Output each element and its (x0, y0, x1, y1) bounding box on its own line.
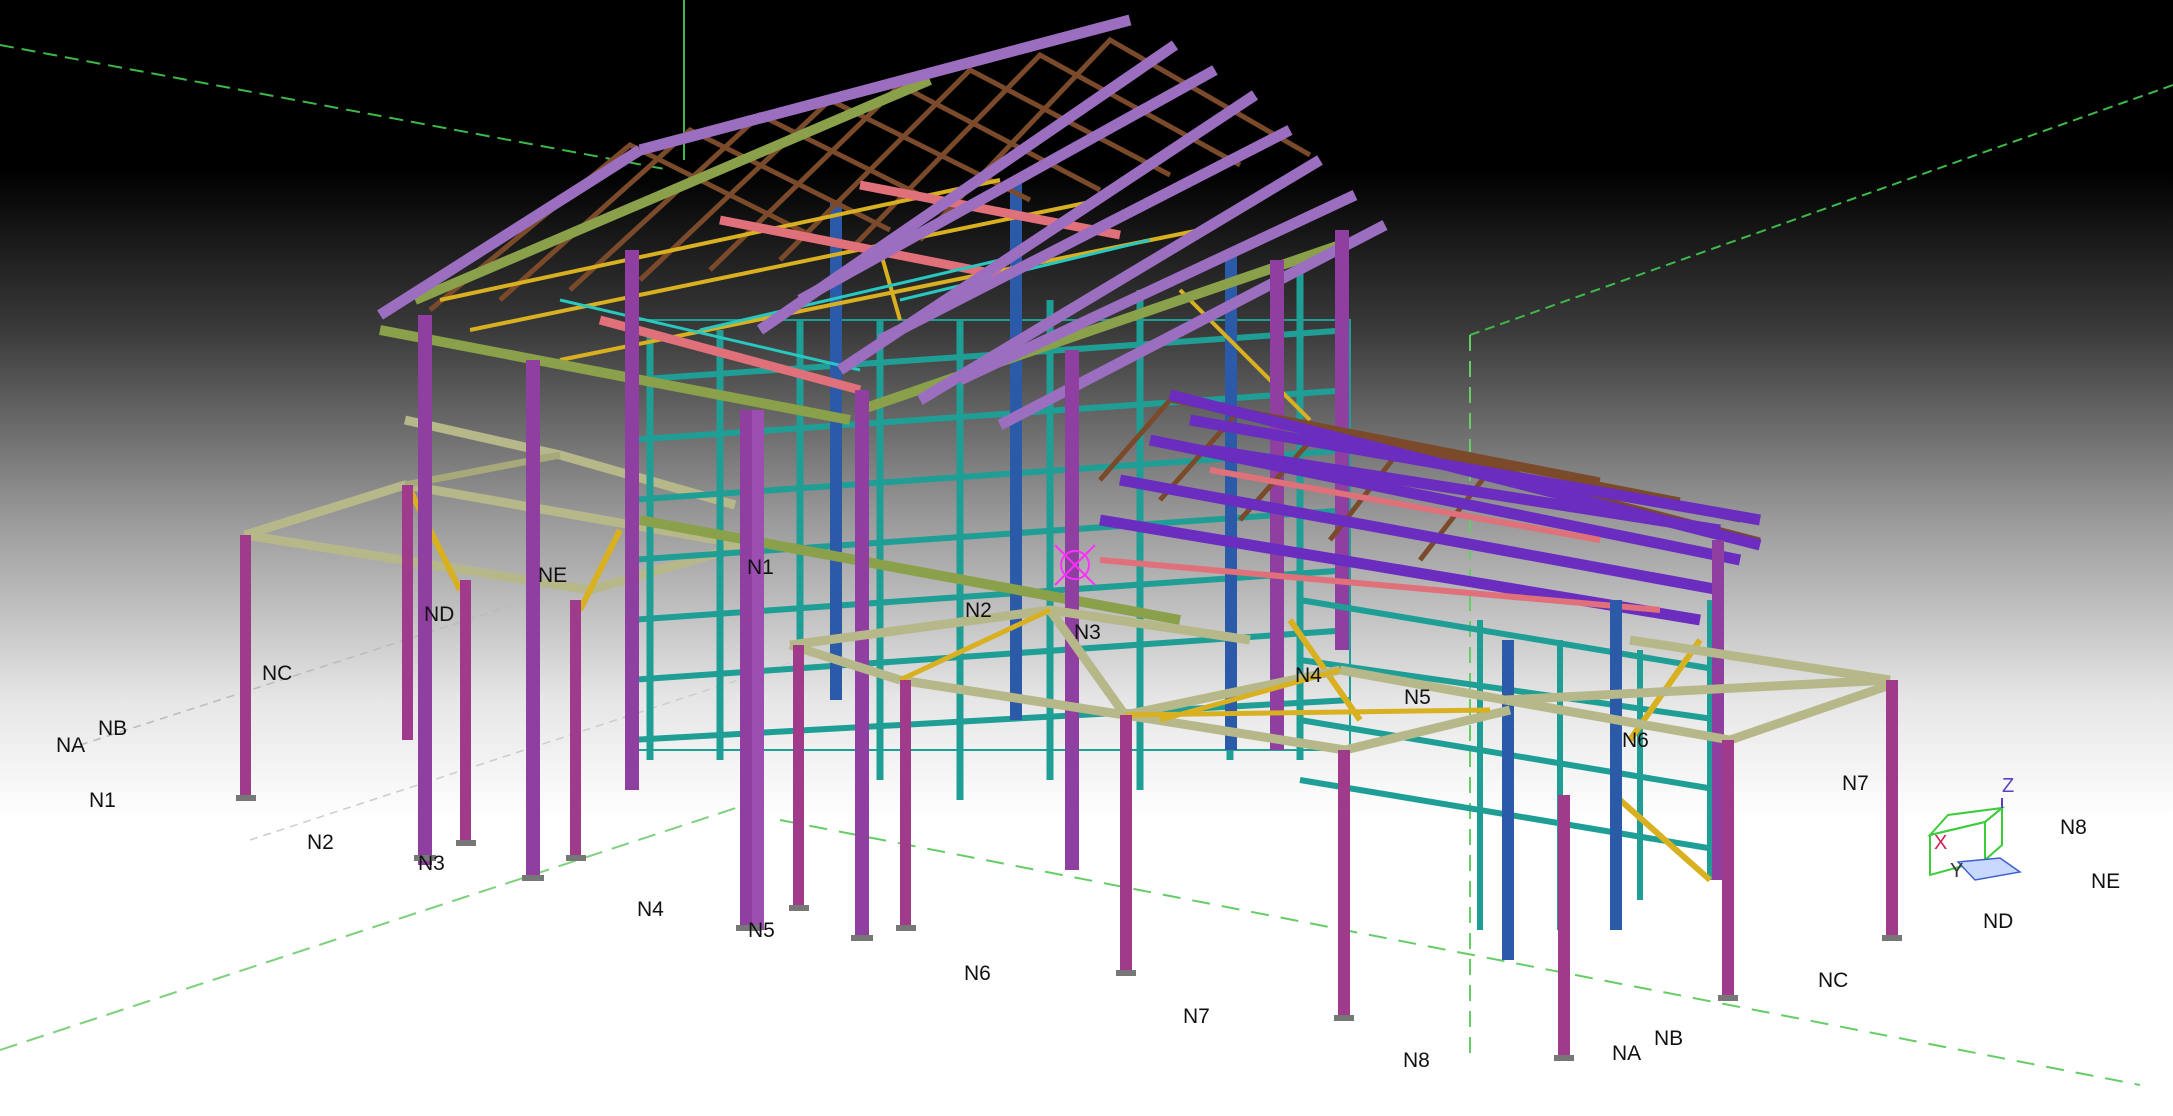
grid-line (0, 799, 761, 1051)
grid-label: NB (98, 717, 127, 740)
grid-labels-front: N6 N7 N8 NA NB NC (964, 962, 1848, 1072)
grid-label: N3 (418, 852, 445, 875)
grid-label: NE (538, 564, 567, 587)
porch-column (1338, 750, 1350, 1020)
grid-label: N3 (1074, 621, 1101, 644)
view-cube-z-label: Z (2002, 775, 2014, 797)
porch-column (1120, 715, 1132, 975)
grid-label: NC (262, 662, 292, 685)
main-column (418, 315, 432, 865)
grid-label: NC (1818, 969, 1848, 992)
grid-line (79, 589, 561, 746)
grid-line (1469, 84, 2173, 336)
annex-column (1610, 600, 1622, 930)
main-column (740, 410, 754, 930)
main-building[interactable] (377, 14, 1388, 940)
grid-label: ND (1983, 910, 2013, 933)
roof-trusses (428, 36, 1312, 312)
canopy-column (402, 485, 413, 740)
grid-label: N1 (89, 789, 116, 812)
porch-column (1558, 795, 1570, 1060)
view-cube-top (1927, 806, 2006, 837)
grid-label: NA (56, 734, 85, 757)
front-canopy[interactable] (788, 605, 1898, 1060)
canopy-column (570, 600, 581, 860)
porch-column (1886, 680, 1898, 940)
view-cube-side (1984, 805, 2003, 863)
grid-label: N5 (1404, 686, 1431, 709)
view-cube-y-label: Y (1950, 860, 1963, 882)
reference-lines (0, 0, 2173, 1086)
grid-label: N5 (748, 919, 775, 942)
grid-label: NE (2091, 870, 2120, 893)
grid-line (779, 819, 2141, 1086)
grid-label: N4 (637, 898, 664, 921)
grid-label: N2 (307, 831, 334, 854)
grid-label: N2 (965, 599, 992, 622)
grid-labels-left: NA NB NC ND NE N1 N2 N3 N4 N5 (56, 564, 775, 942)
main-column (526, 360, 540, 880)
grid-label: N4 (1295, 664, 1322, 687)
annex-building[interactable] (1098, 389, 1762, 960)
annex-column (1502, 640, 1514, 960)
view-cube[interactable]: Z X Y (1927, 775, 2022, 882)
grid-line (0, 44, 671, 171)
grid-label: N6 (1622, 729, 1649, 752)
left-canopy[interactable] (240, 340, 747, 860)
grid-label: N7 (1842, 772, 1869, 795)
canopy-column (240, 535, 251, 800)
grid-label: N8 (1403, 1049, 1430, 1072)
grid-label: N6 (964, 962, 991, 985)
canopy-column (460, 580, 471, 845)
canopy-brace (577, 528, 623, 612)
main-column (752, 410, 764, 930)
porch-column (793, 645, 804, 910)
canopy-brace (407, 488, 463, 592)
structural-model-canvas[interactable]: NA NB NC ND NE N1 N2 N3 N4 N5 N1 N2 N3 N… (0, 0, 2173, 1116)
porch-column (900, 680, 911, 930)
grid-label: ND (424, 603, 454, 626)
grid-label: N1 (747, 556, 774, 579)
main-column (625, 250, 639, 790)
3d-model-viewport[interactable]: NA NB NC ND NE N1 N2 N3 N4 N5 N1 N2 N3 N… (0, 0, 2173, 1116)
view-cube-x-label: X (1934, 832, 1947, 854)
grid-label: NB (1654, 1027, 1683, 1050)
porch-column (1722, 740, 1734, 1000)
grid-label: NA (1612, 1042, 1641, 1065)
grid-label: N8 (2060, 816, 2087, 839)
selection-marker (1054, 544, 1096, 586)
canopy-beams (243, 480, 747, 595)
view-cube-base (1956, 857, 2022, 881)
canopy-beam (243, 481, 407, 539)
grid-label: N7 (1183, 1005, 1210, 1028)
